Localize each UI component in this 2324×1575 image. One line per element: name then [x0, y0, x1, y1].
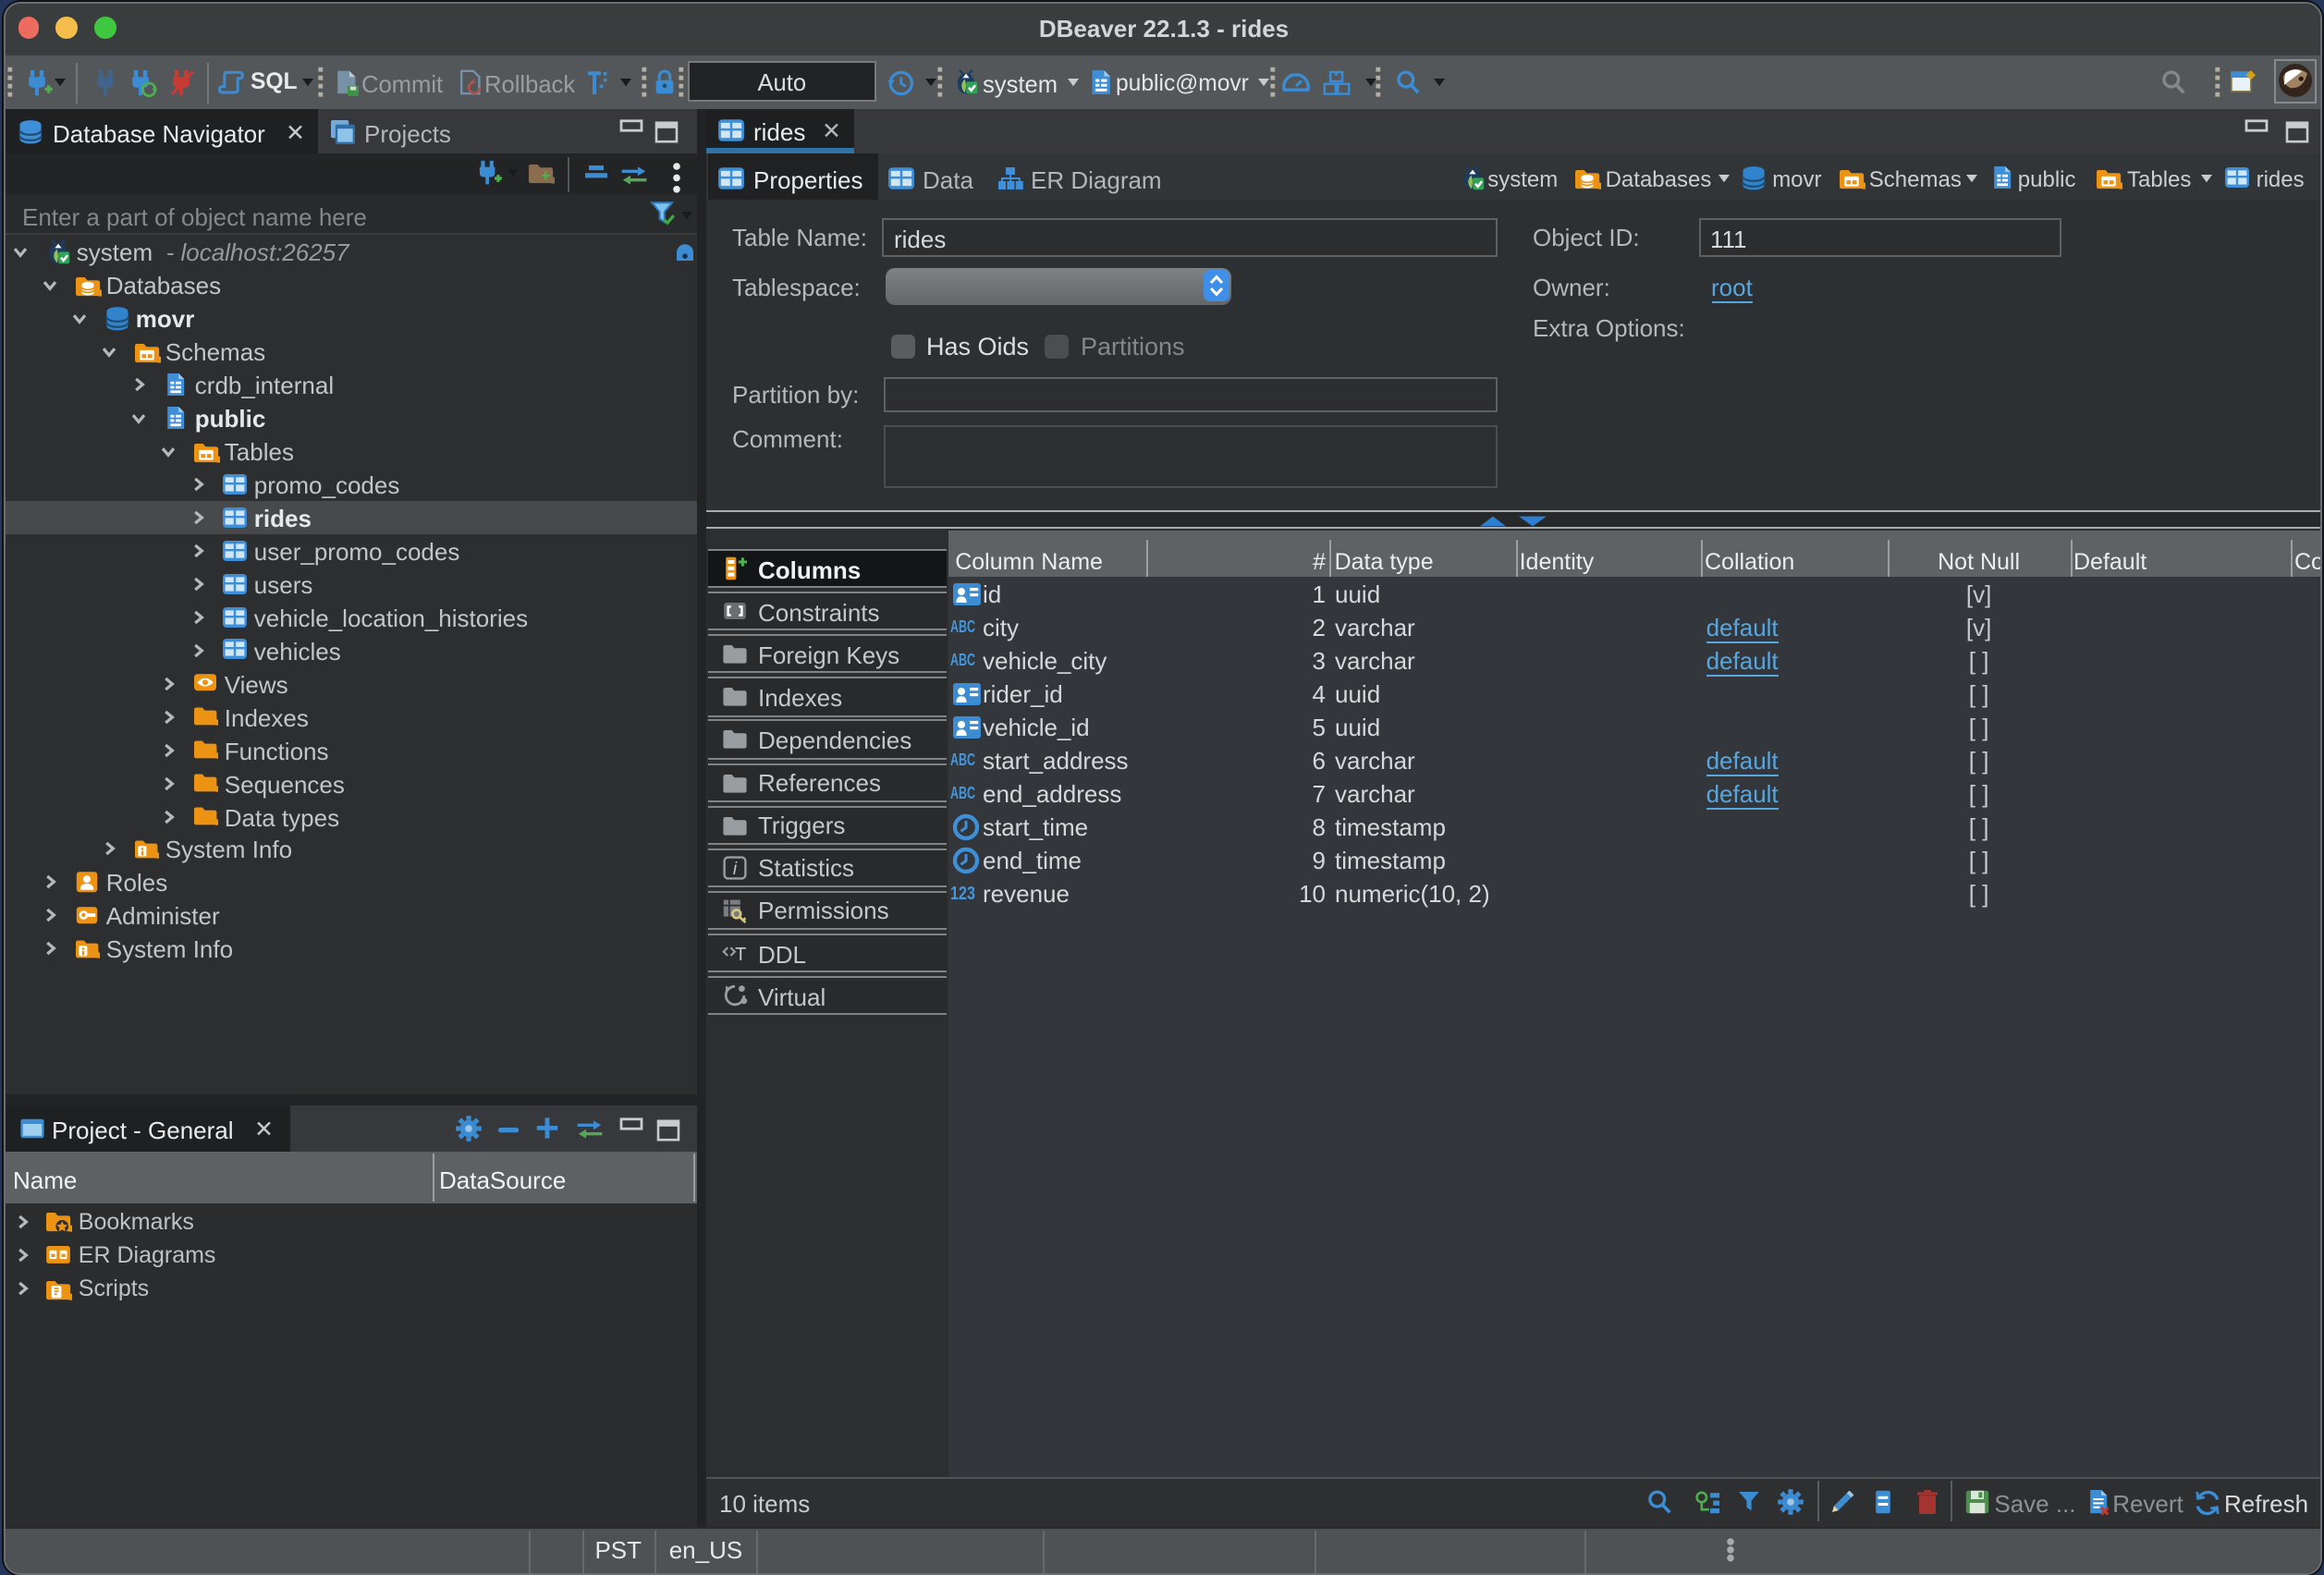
svg-text:ABC: ABC	[950, 652, 975, 670]
svg-text:i: i	[732, 859, 737, 878]
svg-text:123: 123	[950, 884, 975, 902]
svg-text:ABC: ABC	[950, 751, 975, 769]
svg-text:ABC: ABC	[950, 618, 975, 637]
svg-text:T: T	[734, 945, 745, 965]
svg-text:ABC: ABC	[950, 784, 975, 802]
